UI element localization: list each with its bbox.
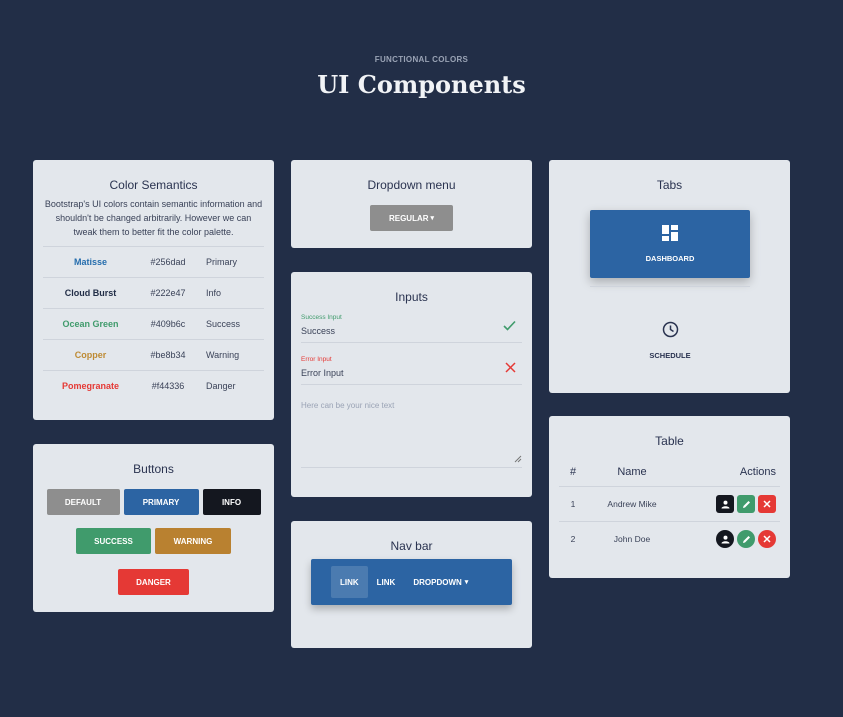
caret-down-icon: ▾: [464, 579, 469, 586]
column-header-number: #: [569, 466, 577, 478]
color-hex: #222e47: [150, 288, 186, 298]
tabs-card: Tabs DASHBOARD SCHEDULE: [549, 160, 790, 393]
color-semantics-description: Bootstrap's UI colors contain semantic i…: [44, 199, 263, 237]
tab-divider: [590, 286, 750, 287]
buttons-row: DANGER: [33, 569, 274, 595]
warning-button[interactable]: WARNING: [155, 528, 231, 554]
color-name: Matisse: [73, 257, 108, 267]
color-row: Copper #be8b34 Warning: [43, 339, 264, 370]
table-card: Table # Name Actions 1 Andrew Mike 2 Joh…: [549, 416, 790, 578]
user-icon[interactable]: [716, 530, 734, 548]
color-row: Pomegranate #f44336 Danger: [43, 370, 264, 401]
tab-schedule[interactable]: SCHEDULE: [590, 318, 750, 363]
tab-schedule-label: SCHEDULE: [649, 351, 691, 360]
nav-link-active[interactable]: LINK: [331, 566, 368, 598]
color-semantic: Info: [206, 288, 222, 298]
row-name: John Doe: [613, 534, 651, 544]
color-semantic: Primary: [206, 257, 237, 267]
buttons-row: SUCCESS WARNING: [33, 528, 274, 554]
close-icon: [505, 361, 516, 376]
tab-dashboard-label: DASHBOARD: [645, 254, 695, 263]
dropdown-card: Dropdown menu REGULAR ▾: [291, 160, 532, 248]
dashboard-icon: [662, 225, 678, 246]
color-name: Copper: [74, 350, 107, 360]
tab-dashboard[interactable]: DASHBOARD: [590, 210, 750, 278]
danger-button[interactable]: DANGER: [118, 569, 189, 595]
color-name: Pomegranate: [61, 381, 120, 391]
color-table: Matisse #256dad Primary Cloud Burst #222…: [43, 246, 264, 401]
color-row: Ocean Green #409b6c Success: [43, 308, 264, 339]
dropdown-title: Dropdown menu: [367, 178, 456, 192]
color-hex: #256dad: [150, 257, 186, 267]
data-table: # Name Actions 1 Andrew Mike 2 John Doe: [559, 458, 780, 556]
edit-icon[interactable]: [737, 495, 755, 513]
table-row: 1 Andrew Mike: [559, 487, 780, 522]
buttons-card: Buttons DEFAULT PRIMARY INFO SUCCESS WAR…: [33, 444, 274, 612]
buttons-row: DEFAULT PRIMARY INFO: [33, 489, 274, 515]
edit-icon[interactable]: [737, 530, 755, 548]
nav-dropdown[interactable]: DROPDOWN ▾: [404, 566, 477, 598]
user-icon[interactable]: [716, 495, 734, 513]
table-title: Table: [655, 434, 684, 448]
info-button[interactable]: INFO: [202, 489, 261, 515]
inputs-title: Inputs: [395, 290, 428, 304]
clock-icon: [662, 321, 679, 343]
nav-link[interactable]: LINK: [368, 566, 405, 598]
delete-icon[interactable]: [758, 495, 776, 513]
delete-icon[interactable]: [758, 530, 776, 548]
message-textarea[interactable]: Here can be your nice text: [301, 401, 522, 468]
table-header-row: # Name Actions: [559, 458, 780, 487]
nav-dropdown-label: DROPDOWN: [413, 577, 462, 587]
color-row: Cloud Burst #222e47 Info: [43, 277, 264, 308]
column-header-name: Name: [617, 466, 647, 478]
table-row: 2 John Doe: [559, 522, 780, 556]
color-semantic: Danger: [206, 381, 236, 391]
navbar-card: Nav bar LINK LINK DROPDOWN ▾: [291, 521, 532, 648]
tabs-title: Tabs: [656, 178, 683, 192]
dropdown-label: REGULAR: [388, 213, 429, 223]
section-eyebrow: FUNCTIONAL COLORS: [374, 55, 469, 64]
color-semantic: Success: [206, 319, 241, 329]
color-semantic: Warning: [206, 350, 240, 360]
row-number: 2: [570, 534, 576, 544]
success-input[interactable]: Success: [301, 326, 522, 343]
page-title: UI Components: [317, 70, 526, 99]
color-name: Cloud Burst: [64, 288, 117, 298]
error-input[interactable]: Error Input: [301, 368, 522, 385]
row-number: 1: [570, 499, 576, 509]
color-hex: #409b6c: [150, 319, 186, 329]
inputs-card: Inputs Success Input Success Error Input…: [291, 272, 532, 497]
error-field[interactable]: Error Input Error Input: [301, 356, 522, 385]
success-field-label: Success Input: [301, 314, 342, 321]
color-semantics-card: Color Semantics Bootstrap's UI colors co…: [33, 160, 274, 420]
row-name: Andrew Mike: [607, 499, 657, 509]
check-icon: [503, 319, 516, 334]
row-actions: [677, 530, 780, 548]
color-row: Matisse #256dad Primary: [43, 246, 264, 277]
success-field[interactable]: Success Input Success: [301, 314, 522, 343]
row-actions: [677, 495, 780, 513]
default-button[interactable]: DEFAULT: [46, 489, 120, 515]
buttons-title: Buttons: [133, 462, 174, 476]
color-hex: #be8b34: [150, 350, 186, 360]
regular-dropdown-button[interactable]: REGULAR ▾: [370, 205, 453, 231]
color-hex: #f44336: [151, 381, 185, 391]
navbar-title: Nav bar: [390, 539, 433, 553]
navbar: LINK LINK DROPDOWN ▾: [311, 559, 512, 605]
resize-grip-icon[interactable]: [514, 455, 522, 465]
color-name: Ocean Green: [62, 319, 119, 329]
color-semantics-title: Color Semantics: [109, 178, 198, 192]
column-header-actions: Actions: [739, 466, 776, 478]
caret-down-icon: ▾: [430, 215, 435, 222]
success-button[interactable]: SUCCESS: [76, 528, 151, 554]
textarea-placeholder: Here can be your nice text: [301, 401, 395, 410]
primary-button[interactable]: PRIMARY: [123, 489, 199, 515]
error-field-label: Error Input: [301, 356, 332, 363]
